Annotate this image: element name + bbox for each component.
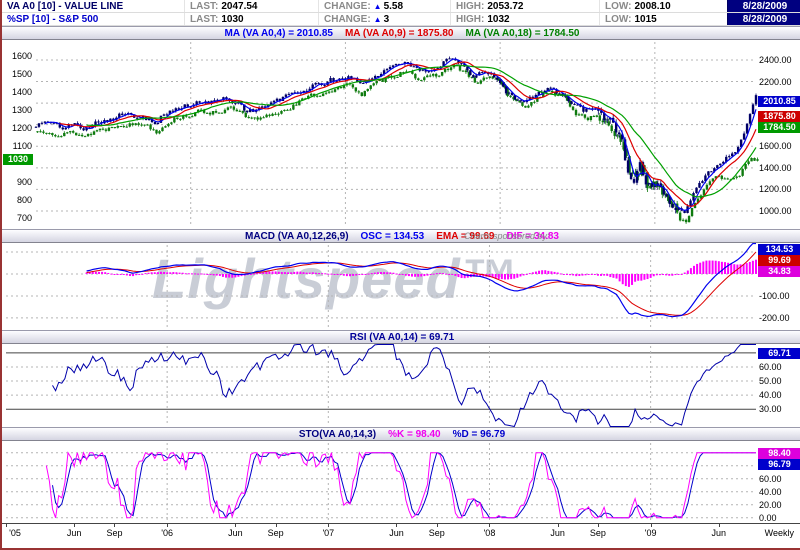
change-label-2: CHANGE:: [324, 13, 371, 25]
indicator-title-text: %K = 98.40: [388, 428, 441, 440]
time-tick: [396, 524, 398, 527]
change-label: CHANGE:: [324, 0, 371, 12]
high-cell-2: HIGH: 1032: [450, 13, 599, 25]
indicator-title-text: RSI (VA A0,14) = 69.71: [349, 331, 455, 343]
time-axis-label: Sep: [428, 528, 445, 538]
rsi-plot[interactable]: [2, 344, 800, 427]
last-cell-1: LAST: 2047.54: [184, 0, 318, 12]
time-tick: [235, 524, 237, 527]
time-axis-label: '07: [322, 528, 335, 538]
price-chart-plot[interactable]: [2, 40, 800, 229]
low-label-2: LOW:: [605, 13, 632, 25]
symbol-cell-2: %SP [10] - S&P 500: [2, 13, 184, 25]
high-cell-1: HIGH: 2053.72: [450, 0, 599, 12]
time-axis-label: Jun: [711, 528, 727, 538]
time-axis-label: '05: [9, 528, 21, 538]
time-axis-label: Sep: [106, 528, 123, 538]
time-axis: Weekly '05 Jun Sep '06 Jun Sep '07 Jun Sep '08 Jun…: [2, 523, 800, 548]
low-cell-1: LOW: 2008.10: [599, 0, 727, 12]
symbol-cell-1: VA A0 [10] - VALUE LINE: [2, 0, 184, 12]
time-tick: [489, 524, 491, 527]
time-tick: [597, 524, 599, 527]
date-box-1: 8/28/2009: [727, 0, 800, 12]
high-label: HIGH:: [456, 0, 485, 12]
rsi-title-bar: RSI (VA A0,14) = 69.71: [2, 330, 800, 344]
up-arrow-icon: ▲: [373, 1, 382, 11]
macd-plot[interactable]: [2, 243, 800, 330]
low-value-2: 1015: [634, 13, 657, 25]
chart-application-window: VA A0 [10] - VALUE LINE LAST: 2047.54 CH…: [0, 0, 800, 550]
indicator-title-text: OSC = 134.53: [360, 230, 425, 242]
indicator-title-text: MA (VA A0,18) = 1784.50: [465, 27, 580, 39]
time-axis-label: Jun: [66, 528, 82, 538]
indicator-title-text: MA (VA A0,9) = 1875.80: [344, 27, 454, 39]
time-tick: [167, 524, 169, 527]
time-axis-label: Sep: [589, 528, 606, 538]
macd-title-bar: MACD (VA A0,12,26,9) OSC = 134.53 EMA = 99…: [2, 229, 800, 243]
high-value-1: 2053.72: [487, 0, 524, 12]
last-value-2: 1030: [221, 13, 244, 25]
header-row-value-line: VA A0 [10] - VALUE LINE LAST: 2047.54 CH…: [2, 0, 800, 13]
time-tick: [114, 524, 116, 527]
change-cell-1: CHANGE: ▲ 5.58: [318, 0, 450, 12]
last-cell-2: LAST: 1030: [184, 13, 318, 25]
symbol-2-label: %SP [10] - S&P 500: [7, 13, 99, 25]
sto-title-bar: STO(VA A0,14,3) %K = 98.40 %D = 96.79: [2, 427, 800, 441]
time-tick: [718, 524, 720, 527]
time-axis-label: Jun: [228, 528, 243, 538]
time-axis-label: '09: [644, 528, 657, 538]
up-arrow-icon: ▲: [373, 14, 382, 24]
change-value-1: 5.58: [383, 0, 404, 12]
time-tick: [275, 524, 277, 527]
low-value-1: 2008.10: [634, 0, 671, 12]
time-axis-label: Jun: [389, 528, 404, 538]
change-cell-2: CHANGE: ▲ 3: [318, 13, 450, 25]
low-cell-2: LOW: 1015: [599, 13, 727, 25]
last-label: LAST:: [190, 0, 219, 12]
time-tick: [6, 524, 7, 527]
time-tick: [436, 524, 438, 527]
low-label: LOW:: [605, 0, 632, 12]
time-tick: [74, 524, 76, 527]
time-axis-label: Jun: [550, 528, 565, 538]
indicator-title-text: STO(VA A0,14,3): [298, 428, 377, 440]
sto-plot[interactable]: [2, 441, 800, 523]
indicator-title-text: MA (VA A0,4) = 2010.85: [224, 27, 333, 39]
time-tick: [328, 524, 330, 527]
sponsor-text: Charts sponsored by:: [464, 231, 550, 241]
last-label-2: LAST:: [190, 13, 219, 25]
high-label-2: HIGH:: [456, 13, 485, 25]
time-axis-label: Sep: [267, 528, 284, 538]
change-value-2: 3: [383, 13, 390, 25]
period-label: Weekly: [764, 528, 794, 538]
ma-indicator-bar: MA (VA A0,4) = 2010.85 MA (VA A0,9) = 187…: [2, 26, 800, 40]
last-value-1: 2047.54: [221, 0, 258, 12]
header-row-sp500: %SP [10] - S&P 500 LAST: 1030 CHANGE: ▲ …: [2, 13, 800, 26]
time-tick: [650, 524, 652, 527]
indicator-title-text: MACD (VA A0,12,26,9): [244, 230, 349, 242]
indicator-title-text: %D = 96.79: [452, 428, 506, 440]
time-axis-label: '08: [483, 528, 496, 538]
date-box-2: 8/28/2009: [727, 13, 800, 25]
high-value-2: 1032: [487, 13, 510, 25]
symbol-1-label: VA A0 [10] - VALUE LINE: [7, 0, 124, 12]
time-tick: [557, 524, 559, 527]
time-axis-label: '06: [161, 528, 174, 538]
